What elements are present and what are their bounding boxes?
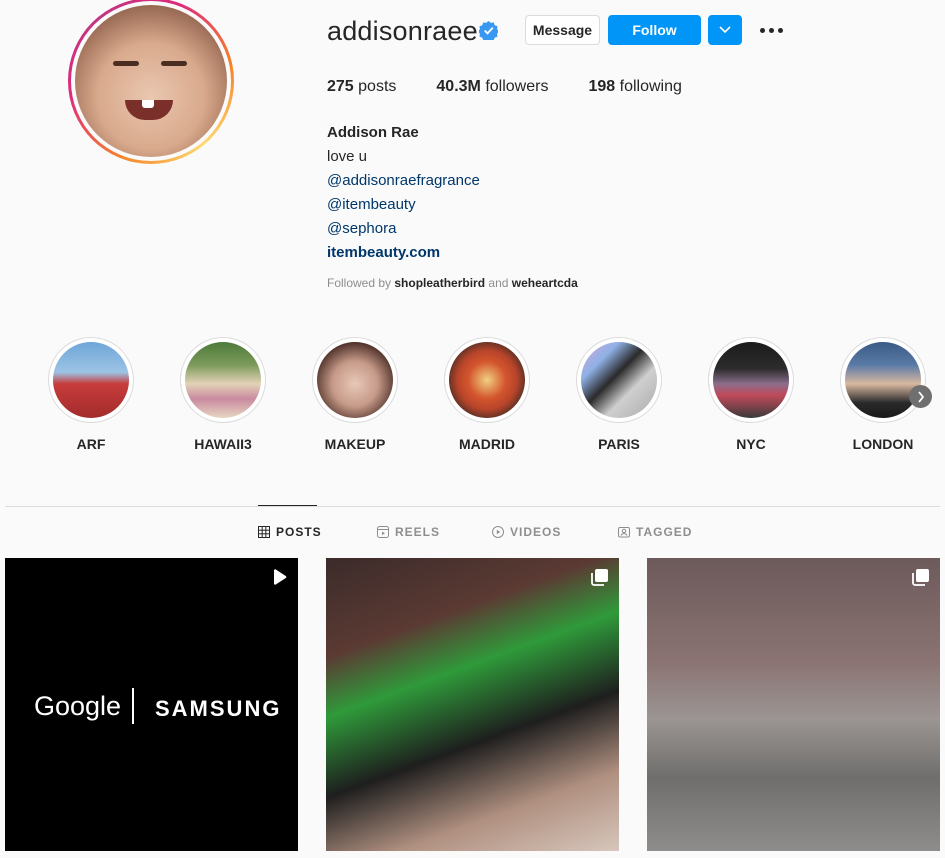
highlight-label: NYC (736, 436, 766, 452)
highlight-label: LONDON (852, 436, 914, 452)
posts-label: posts (358, 78, 397, 95)
avatar-eye (161, 61, 187, 66)
following-label: following (619, 78, 682, 95)
following-stat[interactable]: 198 following (588, 78, 681, 96)
chevron-right-icon (917, 390, 924, 403)
tab-tagged[interactable]: TAGGED (618, 525, 692, 539)
highlight-madrid[interactable]: MADRID (444, 337, 530, 452)
highlight-ring (48, 337, 134, 423)
avatar-image (75, 5, 227, 157)
carousel-icon (912, 569, 929, 586)
followed-by-conj: and (488, 276, 509, 290)
follow-button[interactable]: Follow (608, 15, 701, 45)
bio-website-link[interactable]: itembeauty.com (327, 241, 480, 265)
highlights-next-button[interactable] (909, 385, 932, 408)
chevron-down-icon (719, 26, 731, 34)
tab-reels[interactable]: REELS (377, 525, 440, 539)
highlight-cover (53, 342, 129, 418)
followers-count: 40.3M (436, 78, 481, 95)
highlight-cover (317, 342, 393, 418)
bio-mention-link[interactable]: @addisonraefragrance (327, 169, 480, 193)
highlight-cover (713, 342, 789, 418)
active-tab-indicator (258, 505, 317, 506)
tabs-divider (5, 506, 940, 507)
followed-by-user: weheartcda (511, 276, 578, 290)
profile-bio: Addison Rae love u @addisonraefragrance … (327, 121, 480, 265)
bio-mention-link[interactable]: @sephora (327, 217, 480, 241)
post-text-samsung: SAMSUNG (155, 696, 282, 721)
highlight-cover (845, 342, 921, 418)
highlight-cover (581, 342, 657, 418)
post-tile[interactable] (647, 558, 940, 851)
more-dot-icon (777, 27, 783, 33)
tagged-user-icon (618, 527, 630, 538)
profile-stats: 275 posts 40.3M followers 198 following (327, 78, 722, 96)
highlight-ring (840, 337, 926, 423)
suggested-accounts-button[interactable] (708, 15, 742, 45)
highlight-ring (444, 337, 530, 423)
highlight-ring (180, 337, 266, 423)
bio-mention-link[interactable]: @itembeauty (327, 193, 480, 217)
highlight-label: PARIS (598, 436, 640, 452)
tab-videos[interactable]: VIDEOS (492, 525, 561, 539)
profile-avatar[interactable] (68, 0, 234, 164)
post-text-google: Google (34, 691, 122, 721)
highlight-hawaii3[interactable]: HAWAII3 (180, 337, 266, 452)
reels-icon (377, 526, 389, 538)
followers-label: followers (485, 78, 549, 95)
play-circle-icon (492, 526, 504, 538)
avatar-eye (113, 61, 139, 66)
highlight-cover (185, 342, 261, 418)
avatar-tooth (142, 100, 154, 108)
carousel-icon (591, 569, 608, 586)
grid-icon (258, 526, 270, 538)
highlight-label: HAWAII3 (194, 436, 252, 452)
followed-by-text[interactable]: Followed by shopleatherbird and weheartc… (327, 276, 578, 290)
posts-count: 275 (327, 78, 354, 95)
profile-username: addisonraee (327, 16, 478, 46)
more-dot-icon (768, 27, 774, 33)
tab-posts-label: POSTS (276, 525, 322, 539)
tab-reels-label: REELS (395, 525, 441, 539)
post-divider (132, 688, 134, 724)
followers-stat[interactable]: 40.3M followers (436, 78, 548, 96)
tab-videos-label: VIDEOS (510, 525, 562, 539)
more-options-button[interactable] (756, 20, 786, 40)
highlight-arf[interactable]: ARF (48, 337, 134, 452)
highlight-nyc[interactable]: NYC (708, 337, 794, 452)
followed-by-prefix: Followed by (327, 276, 392, 290)
reel-icon (274, 569, 287, 585)
highlight-label: ARF (76, 436, 106, 452)
post-tile[interactable] (326, 558, 619, 851)
highlight-ring (576, 337, 662, 423)
tab-tagged-label: TAGGED (636, 525, 693, 539)
profile-full-name: Addison Rae (327, 124, 419, 141)
post-tile[interactable]: Google SAMSUNG (5, 558, 298, 851)
message-button[interactable]: Message (525, 15, 600, 45)
more-dot-icon (759, 27, 765, 33)
followed-by-user: shopleatherbird (394, 276, 486, 290)
tab-posts[interactable]: POSTS (258, 525, 322, 539)
highlight-label: MADRID (459, 436, 515, 452)
verified-badge-icon (479, 21, 498, 40)
highlight-makeup[interactable]: MAKEUP (312, 337, 398, 452)
highlight-ring (312, 337, 398, 423)
posts-count-stat: 275 posts (327, 78, 396, 96)
bio-text: love u (327, 148, 368, 165)
highlight-paris[interactable]: PARIS (576, 337, 662, 452)
following-count: 198 (588, 78, 616, 95)
highlight-cover (449, 342, 525, 418)
highlight-ring (708, 337, 794, 423)
highlight-label: MAKEUP (324, 436, 386, 452)
